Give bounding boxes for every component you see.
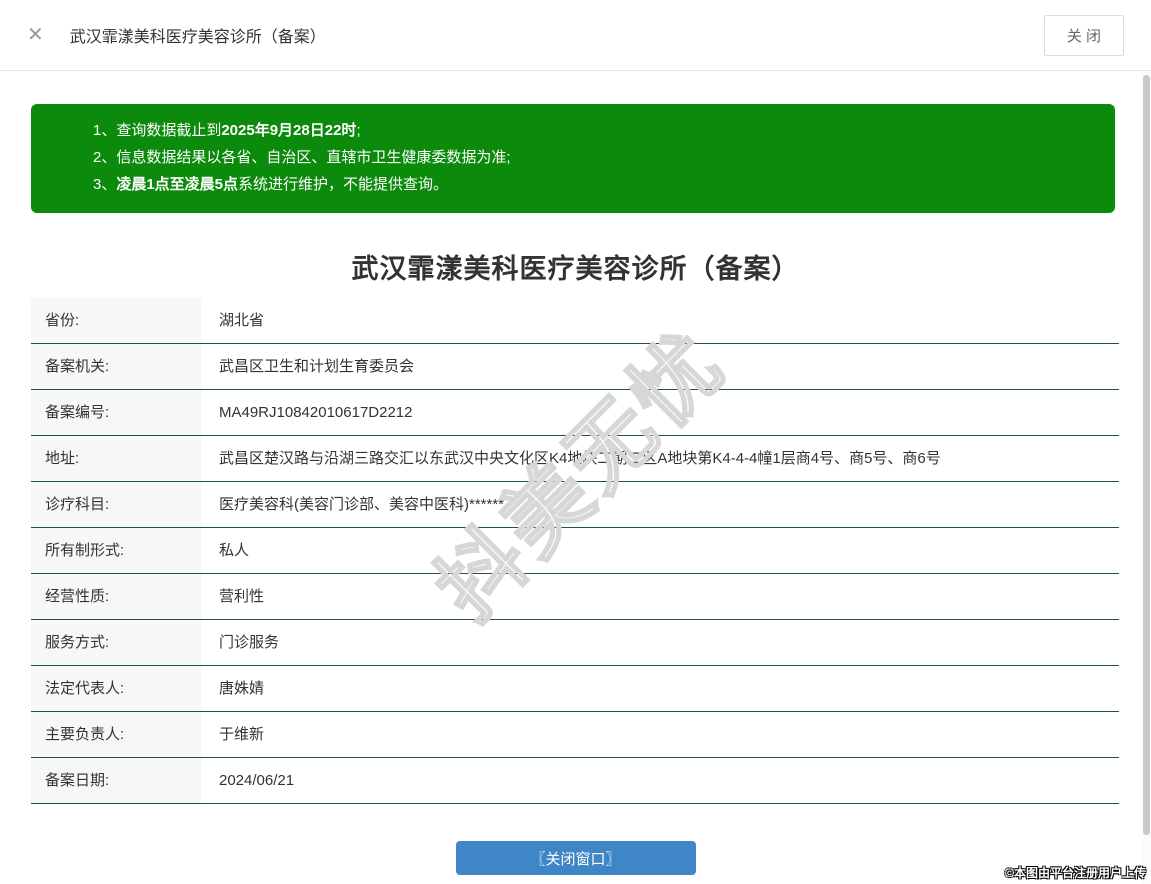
window-title: 武汉霏漾美科医疗美容诊所（备案） — [69, 29, 326, 46]
row-value: 营利性 — [219, 588, 265, 605]
row-label: 省份: — [31, 298, 201, 343]
row-label: 主要负责人: — [31, 712, 201, 757]
row-label: 服务方式: — [31, 620, 201, 665]
row-label: 备案日期: — [31, 758, 201, 803]
row-label: 所有制形式: — [31, 528, 201, 573]
row-label: 备案编号: — [31, 390, 201, 435]
table-row-filing-number: 备案编号: MA49RJ10842010617D2212 — [31, 390, 1119, 436]
table-row-business-nature: 经营性质: 营利性 — [31, 574, 1119, 620]
table-row-main-person-in-charge: 主要负责人: 于维新 — [31, 712, 1119, 758]
table-row-ownership: 所有制形式: 私人 — [31, 528, 1119, 574]
notice-text: 系统进行维护，不能提供查询。 — [238, 176, 449, 193]
row-value: 湖北省 — [219, 312, 265, 329]
page-title: 武汉霏漾美科医疗美容诊所（备案） — [351, 254, 800, 284]
row-value: 武昌区卫生和计划生育委员会 — [219, 358, 415, 375]
close-button[interactable]: 关 闭 — [1043, 14, 1124, 56]
scrollbar[interactable] — [1142, 72, 1151, 884]
row-value: 武昌区楚汉路与沿湖三路交汇以东武汉中央文化区K4地块二期二区A地块第K4-4-4… — [219, 450, 941, 467]
row-label: 备案机关: — [31, 344, 201, 389]
row-value: 医疗美容科(美容门诊部、美容中医科)****** — [219, 496, 505, 513]
scrollbar-thumb[interactable] — [1143, 75, 1150, 835]
row-value: 于维新 — [219, 726, 265, 743]
row-label: 经营性质: — [31, 574, 201, 619]
row-label: 诊疗科目: — [31, 482, 201, 527]
row-label: 地址: — [31, 436, 201, 481]
table-row-address: 地址: 武昌区楚汉路与沿湖三路交汇以东武汉中央文化区K4地块二期二区A地块第K4… — [31, 436, 1119, 482]
table-row-service-mode: 服务方式: 门诊服务 — [31, 620, 1119, 666]
row-value: MA49RJ10842010617D2212 — [219, 404, 413, 421]
close-window-button[interactable]: 〖关闭窗口〗 — [455, 841, 696, 875]
notice-item-2: 2、信息数据结果以各省、自治区、直辖市卫生健康委数据为准; — [93, 144, 1095, 171]
notice-item-3: 3、凌晨1点至凌晨5点系统进行维护，不能提供查询。 — [93, 171, 1095, 198]
table-row-province: 省份: 湖北省 — [31, 298, 1119, 344]
notice-text: 1、查询数据截止到 — [93, 122, 222, 139]
row-label: 法定代表人: — [31, 666, 201, 711]
notice-text: 2、信息数据结果以各省、自治区、直辖市卫生健康委数据为准; — [93, 149, 511, 166]
top-bar: ✕ 武汉霏漾美科医疗美容诊所（备案） 关 闭 — [0, 0, 1151, 71]
notice-text: 3、 — [93, 176, 117, 193]
close-x-icon[interactable]: ✕ — [27, 25, 44, 45]
row-value: 私人 — [219, 542, 250, 559]
notice-item-1: 1、查询数据截止到2025年9月28日22时; — [93, 117, 1095, 144]
credit-text: ©本图由平台注册用户上传 — [1005, 866, 1146, 880]
table-row-filing-date: 备案日期: 2024/06/21 — [31, 758, 1119, 804]
notice-box: 1、查询数据截止到2025年9月28日22时; 2、信息数据结果以各省、自治区、… — [31, 104, 1115, 213]
notice-bold-text: 凌晨1点至凌晨5点 — [116, 176, 239, 193]
notice-text: ; — [356, 122, 361, 139]
table-row-filing-authority: 备案机关: 武昌区卫生和计划生育委员会 — [31, 344, 1119, 390]
row-value: 2024/06/21 — [219, 772, 295, 789]
notice-bold-text: 2025年9月28日22时 — [221, 122, 357, 139]
row-value: 门诊服务 — [219, 634, 280, 651]
table-row-medical-subjects: 诊疗科目: 医疗美容科(美容门诊部、美容中医科)****** — [31, 482, 1119, 528]
table-row-legal-representative: 法定代表人: 唐姝婧 — [31, 666, 1119, 712]
row-value: 唐姝婧 — [219, 680, 265, 697]
detail-table: 省份: 湖北省 备案机关: 武昌区卫生和计划生育委员会 备案编号: MA49RJ… — [31, 298, 1119, 804]
